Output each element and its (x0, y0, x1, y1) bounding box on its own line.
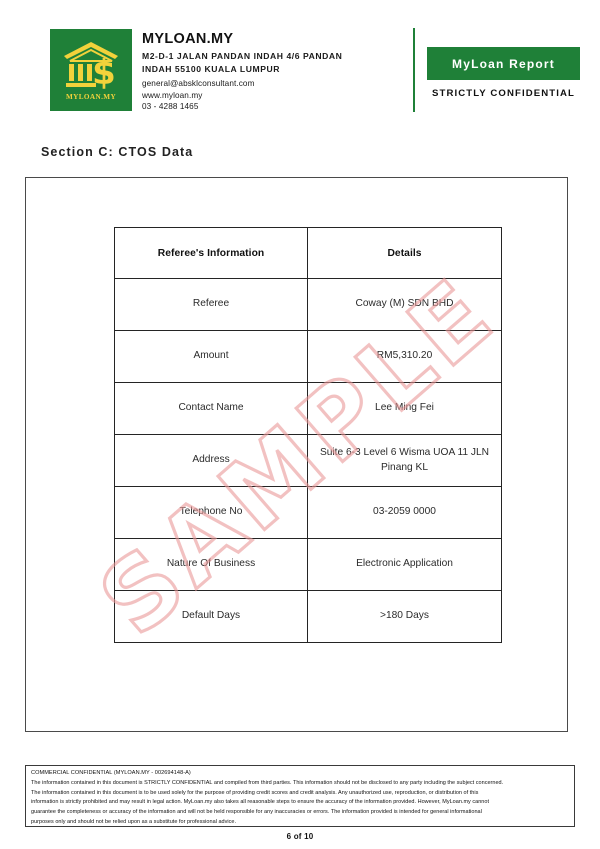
row-label: Telephone No (114, 486, 308, 539)
row-value: RM5,310.20 (307, 330, 502, 383)
row-label: Amount (114, 330, 308, 383)
row-label: Referee (114, 278, 308, 331)
table-row: Nature Of Business Electronic Applicatio… (114, 538, 502, 591)
table-row: Telephone No 03-2059 0000 (114, 486, 502, 539)
table-row: Default Days >180 Days (114, 590, 502, 643)
footer-paragraph: The information contained in this docume… (31, 789, 479, 796)
company-email: general@absklconsultant.com (142, 79, 255, 89)
row-value: 03-2059 0000 (307, 486, 502, 539)
company-logo: $ MYLOAN.MY (50, 29, 132, 111)
confidentiality-tag: STRICTLY CONFIDENTIAL (431, 88, 576, 99)
table-header-row: Referee's Information Details (114, 227, 502, 279)
footer-paragraph: guarantee the completeness or accuracy o… (31, 809, 482, 816)
company-address-line2: INDAH 55100 KUALA LUMPUR (142, 63, 280, 74)
row-label: Default Days (114, 590, 308, 643)
company-address: M2-D-1 JALAN PANDAN INDAH 4/6 PANDAN IND… (142, 50, 407, 75)
row-value: >180 Days (307, 590, 502, 643)
column-header-referee-information: Referee's Information (114, 227, 308, 279)
footer-paragraph: The information contained in this docume… (31, 779, 504, 786)
svg-text:$: $ (92, 53, 116, 91)
company-address-line1: M2-D-1 JALAN PANDAN INDAH 4/6 PANDAN (142, 51, 343, 62)
footer-title: COMMERCIAL CONFIDENTIAL (MYLOAN.MY - 002… (31, 770, 191, 776)
footer-paragraph: purposes only and should not be relied u… (31, 819, 237, 826)
company-name: MYLOAN.MY (142, 31, 234, 47)
footer-disclaimer-box: COMMERCIAL CONFIDENTIAL (MYLOAN.MY - 002… (25, 765, 575, 827)
table-row: Address Suite 6-3 Level 6 Wisma UOA 11 J… (114, 434, 502, 487)
page-header: $ MYLOAN.MY MYLOAN.MY M2-D-1 JALAN PANDA… (0, 0, 600, 130)
header-vertical-divider (413, 28, 415, 112)
row-value: Coway (M) SDN BHD (307, 278, 502, 331)
row-label: Contact Name (114, 382, 308, 435)
company-website: www.myloan.my (142, 90, 203, 100)
table-row: Referee Coway (M) SDN BHD (114, 278, 502, 331)
company-contact: general@absklconsultant.com www.myloan.m… (142, 78, 407, 113)
table-row: Amount RM5,310.20 (114, 330, 502, 383)
row-value: Lee Ming Fei (307, 382, 502, 435)
bank-dollar-icon: $ (64, 42, 118, 91)
logo-caption: MYLOAN.MY (65, 93, 117, 101)
footer-paragraph: information is strictly prohibited and m… (31, 799, 490, 806)
ctos-referee-table: Referee's Information Details Referee Co… (114, 227, 502, 643)
company-phone: 03 - 4288 1465 (142, 102, 199, 112)
table-body: Referee Coway (M) SDN BHD Amount RM5,310… (114, 278, 502, 643)
footer-body: The information contained in this docume… (31, 779, 569, 828)
row-label: Nature Of Business (114, 538, 308, 591)
content-frame: SAMPLE Referee's Information Details Ref… (25, 177, 568, 732)
report-title-badge: MyLoan Report (427, 47, 580, 80)
table-row: Contact Name Lee Ming Fei (114, 382, 502, 435)
row-value: Electronic Application (307, 538, 502, 591)
row-label: Address (114, 434, 308, 487)
row-value: Suite 6-3 Level 6 Wisma UOA 11 JLN Pinan… (307, 434, 502, 487)
column-header-details: Details (307, 227, 502, 279)
page-number: 6 of 10 (286, 832, 314, 841)
section-title: Section C: CTOS Data (41, 145, 194, 159)
company-info: MYLOAN.MY M2-D-1 JALAN PANDAN INDAH 4/6 … (142, 30, 407, 113)
